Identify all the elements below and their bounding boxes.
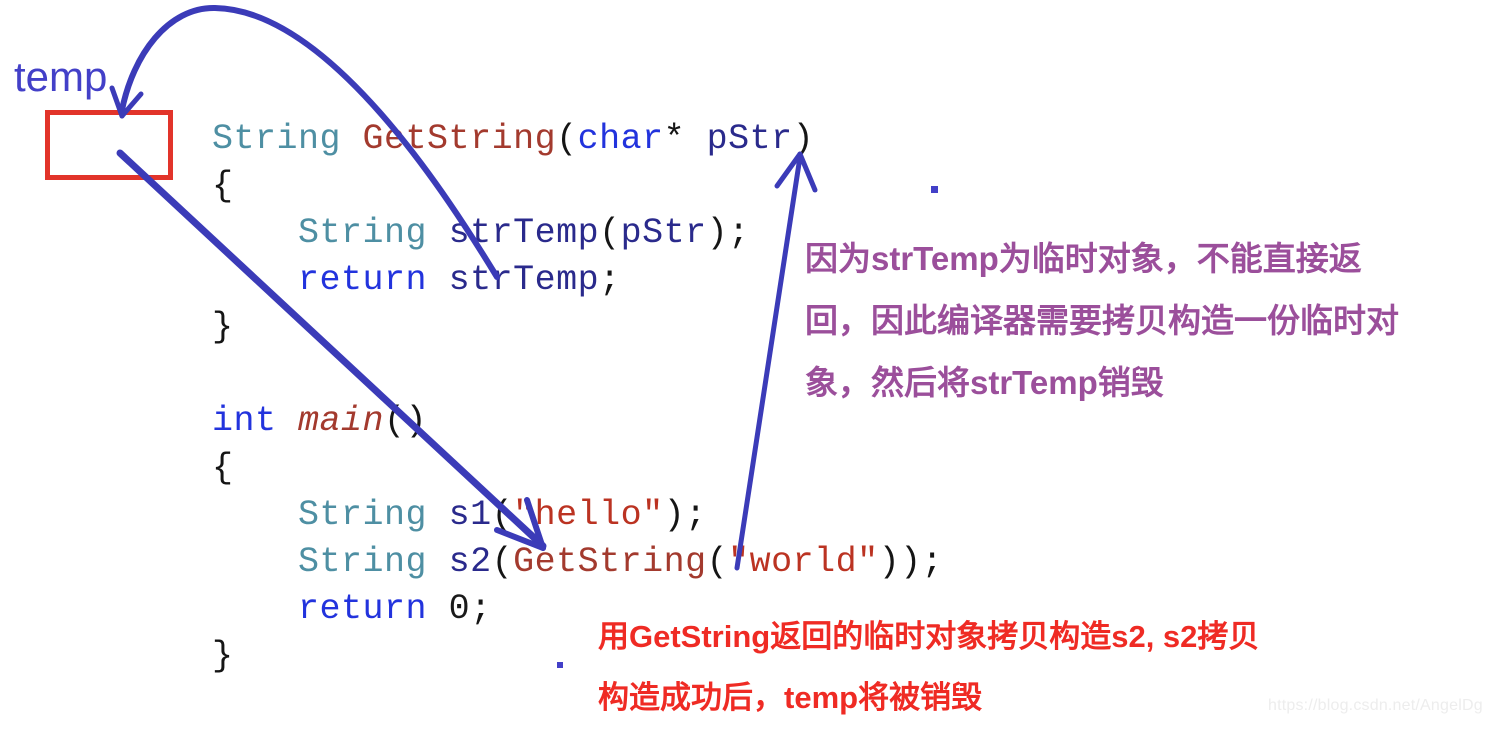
code-token: ( bbox=[706, 542, 729, 582]
code-token: ( bbox=[599, 213, 621, 253]
purple-annotation-line: 因为strTemp为临时对象，不能直接返 bbox=[805, 240, 1362, 277]
code-token: return bbox=[298, 589, 428, 629]
code-token: "world" bbox=[728, 542, 879, 582]
code-token: GetString bbox=[513, 542, 707, 582]
code-token: ( bbox=[491, 542, 514, 582]
code-token: { bbox=[212, 166, 234, 206]
code-token: int bbox=[212, 401, 277, 441]
code-token: strTemp bbox=[448, 213, 600, 253]
code-token: ); bbox=[663, 495, 707, 535]
code-token: ; bbox=[470, 589, 492, 629]
purple-annotation-line: 回，因此编译器需要拷贝构造一份临时对 bbox=[805, 302, 1399, 339]
code-token: } bbox=[212, 307, 234, 347]
code-token: char bbox=[577, 119, 664, 159]
code-token: } bbox=[212, 636, 234, 676]
code-token: pStr bbox=[620, 213, 707, 253]
code-token: )); bbox=[878, 542, 944, 582]
code-token: GetString bbox=[362, 119, 557, 159]
code-token: String bbox=[298, 213, 428, 253]
code-token: ( bbox=[491, 495, 514, 535]
code-token: ; bbox=[599, 260, 621, 300]
temp-object-box bbox=[45, 110, 173, 180]
code-token: String bbox=[298, 542, 428, 582]
red-annotation-line: 用GetString返回的临时对象拷贝构造s2, s2拷贝 bbox=[598, 619, 1260, 654]
code-token: * bbox=[663, 119, 686, 159]
ink-dot-lower bbox=[557, 662, 563, 668]
temp-label: temp bbox=[14, 53, 108, 100]
code-token: return bbox=[298, 260, 428, 300]
red-annotation: 用GetString返回的临时对象拷贝构造s2, s2拷贝 构造成功后，temp将… bbox=[598, 606, 1259, 728]
code-token: strTemp bbox=[448, 260, 600, 300]
code-token: s2 bbox=[448, 542, 492, 582]
code-line: { bbox=[212, 445, 943, 492]
code-token: String bbox=[298, 495, 428, 535]
code-token: String bbox=[212, 119, 342, 159]
code-token: 0 bbox=[448, 589, 471, 629]
code-token: "hello" bbox=[513, 495, 664, 535]
code-line: String s1("hello"); bbox=[212, 492, 943, 539]
code-token: () bbox=[384, 401, 428, 441]
code-token: s1 bbox=[448, 495, 492, 535]
code-line: String s2(GetString("world")); bbox=[212, 539, 943, 586]
code-token: pStr bbox=[706, 119, 793, 159]
watermark: https://blog.csdn.net/AngelDg bbox=[1268, 697, 1483, 714]
code-token: ); bbox=[706, 213, 750, 253]
code-token: { bbox=[212, 448, 234, 488]
code-token: main bbox=[298, 401, 385, 441]
red-annotation-line: 构造成功后，temp将被销毁 bbox=[598, 680, 983, 715]
ink-dot-upper bbox=[931, 186, 938, 193]
purple-annotation-line: 象，然后将strTemp销毁 bbox=[805, 364, 1164, 401]
code-line: String GetString(char* pStr) bbox=[212, 116, 943, 163]
code-token: ) bbox=[792, 119, 815, 159]
purple-annotation: 因为strTemp为临时对象，不能直接返 回，因此编译器需要拷贝构造一份临时对 象，… bbox=[805, 228, 1399, 414]
code-line: { bbox=[212, 163, 943, 210]
code-token: ( bbox=[556, 119, 578, 159]
diagram-canvas: temp String GetString(char* pStr){ Strin… bbox=[0, 0, 1489, 729]
